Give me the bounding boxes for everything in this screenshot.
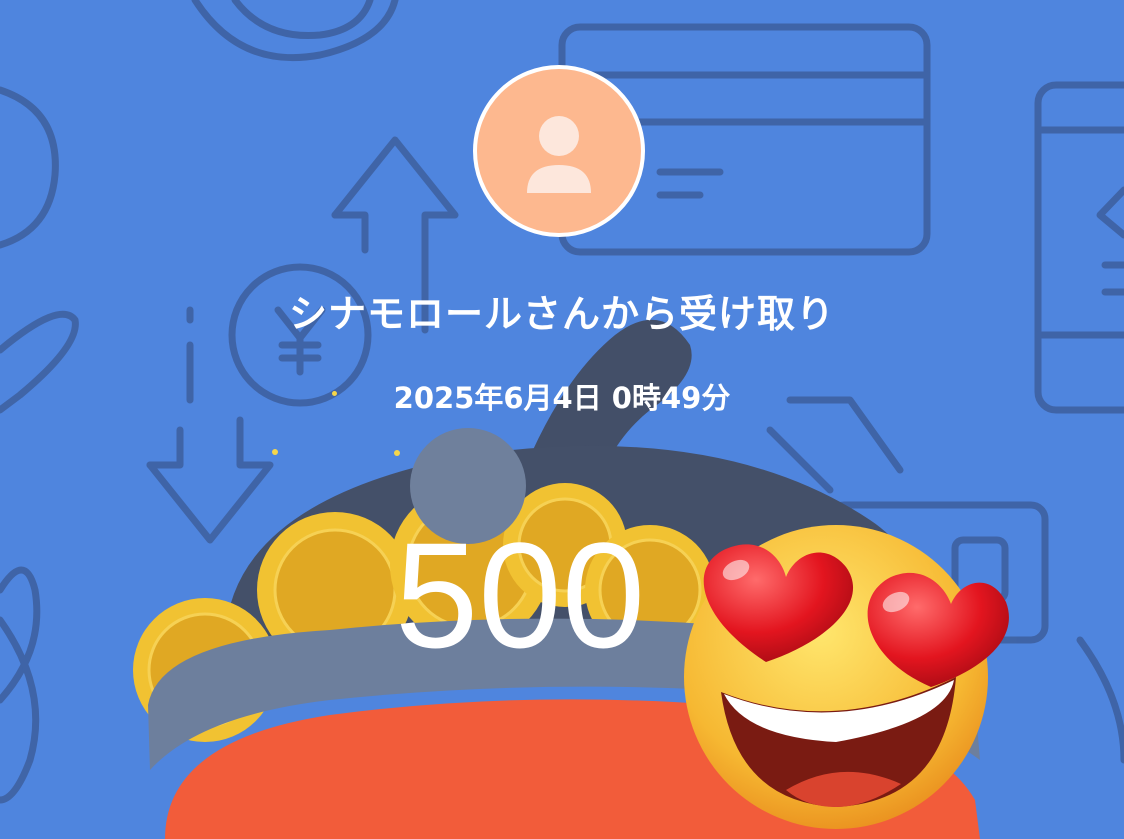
person-icon: [527, 116, 591, 193]
sender-message: シナモロールさんから受け取り: [288, 292, 835, 336]
sparkle-dot: [272, 449, 278, 455]
heart-eyes-emoji-icon: [684, 525, 1009, 829]
sender-avatar[interactable]: [473, 65, 645, 237]
transaction-amount: 500: [394, 511, 646, 679]
sparkle-dot: [394, 450, 400, 456]
transaction-datetime: 2025年6月4日 0時49分: [393, 381, 731, 415]
